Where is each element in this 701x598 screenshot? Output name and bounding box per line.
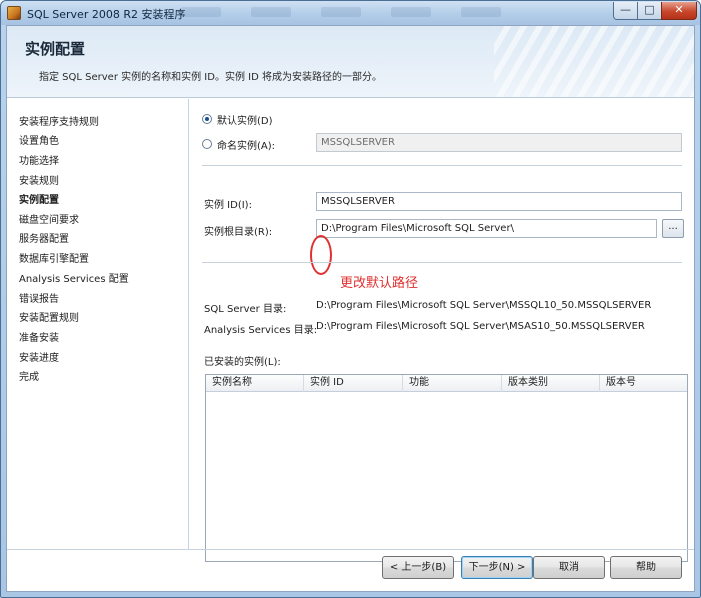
nav-item-database-engine[interactable]: 数据库引擎配置 <box>19 250 89 265</box>
sqlserver-dir-label: SQL Server 目录: <box>204 304 287 315</box>
ghost-tab <box>321 7 361 17</box>
column-header-instance-name[interactable]: 实例名称 <box>206 375 304 392</box>
close-button[interactable]: ✕ <box>661 2 697 20</box>
nav-item-analysis-services[interactable]: Analysis Services 配置 <box>19 270 129 285</box>
nav-item-disk-space[interactable]: 磁盘空间要求 <box>19 211 79 226</box>
column-header-instance-id[interactable]: 实例 ID <box>304 375 403 392</box>
default-instance-label[interactable]: 默认实例(D) <box>217 112 273 127</box>
installer-window: SQL Server 2008 R2 安装程序 — □ ✕ 实例配置 指定 SQ… <box>0 0 701 598</box>
column-header-edition[interactable]: 版本类别 <box>502 375 600 392</box>
nav-item-error-reporting[interactable]: 错误报告 <box>19 290 59 305</box>
header-decoration <box>494 26 694 97</box>
column-header-features[interactable]: 功能 <box>403 375 502 392</box>
page-header: 实例配置 指定 SQL Server 实例的名称和实例 ID。实例 ID 将成为… <box>7 26 694 98</box>
minimize-icon: — <box>620 3 631 16</box>
nav-item-setup-role[interactable]: 设置角色 <box>19 132 59 147</box>
default-instance-radio[interactable] <box>202 114 212 124</box>
maximize-icon: □ <box>644 3 655 16</box>
footer-separator <box>7 549 694 550</box>
as-dir-value: D:\Program Files\Microsoft SQL Server\MS… <box>316 321 645 332</box>
instance-root-label: 实例根目录(R): <box>204 227 273 238</box>
sql-server-app-icon <box>7 6 21 20</box>
nav-item-complete[interactable]: 完成 <box>19 368 39 383</box>
window-title: SQL Server 2008 R2 安装程序 <box>27 8 186 21</box>
ghost-tab <box>391 7 431 17</box>
background-taskbar-ghost <box>181 7 531 19</box>
installed-instances-label: 已安装的实例(L): <box>204 357 281 368</box>
nav-item-server-configuration[interactable]: 服务器配置 <box>19 230 69 245</box>
maximize-button[interactable]: □ <box>637 2 662 20</box>
instance-config-panel: 默认实例(D) 命名实例(A): MSSQLSERVER 实例 ID(I): M… <box>190 99 694 562</box>
installed-instances-table[interactable]: 实例名称 实例 ID 功能 版本类别 版本号 <box>205 374 688 562</box>
annotation-text: 更改默认路径 <box>340 276 419 291</box>
instance-id-input[interactable]: MSSQLSERVER <box>316 192 682 211</box>
ghost-tab <box>461 7 501 17</box>
ghost-tab <box>181 7 221 17</box>
named-instance-radio[interactable] <box>202 139 212 149</box>
ghost-tab <box>251 7 291 17</box>
instance-root-input[interactable]: D:\Program Files\Microsoft SQL Server\ <box>316 219 657 238</box>
page-title: 实例配置 <box>25 40 86 58</box>
nav-item-install-progress[interactable]: 安装进度 <box>19 349 59 364</box>
nav-item-config-rules[interactable]: 安装配置规则 <box>19 309 79 324</box>
nav-item-installation-rules[interactable]: 安装规则 <box>19 172 59 187</box>
step-navigation: 安装程序支持规则 设置角色 功能选择 安装规则 实例配置 磁盘空间要求 服务器配… <box>7 99 189 549</box>
table-header: 实例名称 实例 ID 功能 版本类别 版本号 <box>206 375 687 392</box>
cancel-button[interactable]: 取消 <box>533 556 605 579</box>
as-dir-label: Analysis Services 目录: <box>204 325 318 336</box>
named-instance-label[interactable]: 命名实例(A): <box>217 137 275 152</box>
sqlserver-dir-value: D:\Program Files\Microsoft SQL Server\MS… <box>316 300 652 311</box>
next-button[interactable]: 下一步(N) > <box>461 556 533 579</box>
nav-item-instance-configuration[interactable]: 实例配置 <box>19 191 59 206</box>
red-circle-annotation <box>310 235 332 275</box>
nav-item-ready-to-install[interactable]: 准备安装 <box>19 329 59 344</box>
client-area: 实例配置 指定 SQL Server 实例的名称和实例 ID。实例 ID 将成为… <box>6 25 695 592</box>
nav-item-setup-support-rules[interactable]: 安装程序支持规则 <box>19 113 99 128</box>
back-button[interactable]: < 上一步(B) <box>382 556 454 579</box>
separator <box>202 165 682 166</box>
nav-item-feature-selection[interactable]: 功能选择 <box>19 152 59 167</box>
instance-id-label: 实例 ID(I): <box>204 200 252 211</box>
named-instance-input[interactable]: MSSQLSERVER <box>316 133 682 152</box>
minimize-button[interactable]: — <box>613 2 638 20</box>
browse-button[interactable]: ... <box>662 219 684 238</box>
close-icon: ✕ <box>674 3 684 16</box>
column-header-version[interactable]: 版本号 <box>600 375 687 392</box>
page-description: 指定 SQL Server 实例的名称和实例 ID。实例 ID 将成为安装路径的… <box>39 72 382 83</box>
separator <box>202 262 682 263</box>
help-button[interactable]: 帮助 <box>610 556 682 579</box>
title-bar[interactable]: SQL Server 2008 R2 安装程序 — □ ✕ <box>1 1 700 25</box>
